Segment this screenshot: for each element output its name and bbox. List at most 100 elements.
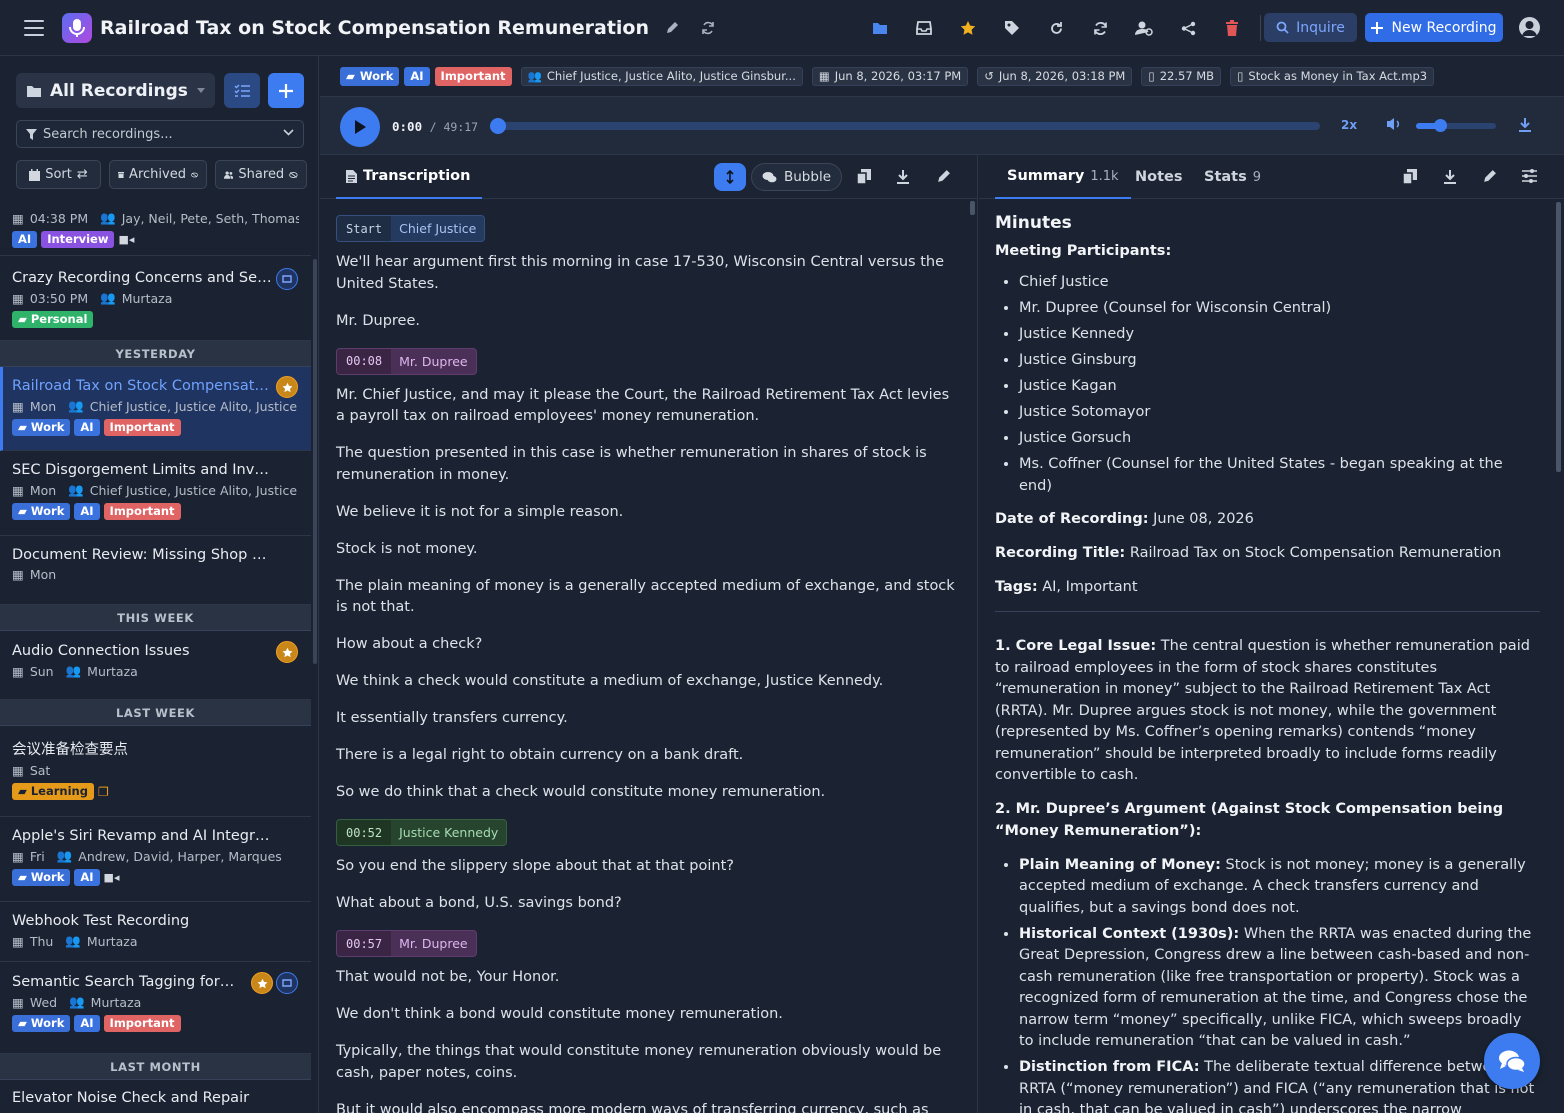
tab-label: Transcription <box>363 168 471 184</box>
volume-slider[interactable] <box>1416 119 1496 132</box>
checklist-icon <box>234 84 250 97</box>
tag-icon[interactable] <box>990 0 1034 56</box>
search-input[interactable]: Search recordings... <box>16 120 304 148</box>
folder-icon: ▰ <box>18 312 27 326</box>
trash-icon[interactable] <box>1210 0 1254 56</box>
select-mode-button[interactable] <box>224 73 260 108</box>
speaker-label[interactable]: Start Chief Justice <box>336 215 486 242</box>
argument-item: Distinction from FICA: The deliberate te… <box>1019 1057 1540 1113</box>
participants-chip[interactable]: 👥 Chief Justice, Justice Alito, Justice G… <box>520 66 803 86</box>
tab-transcription[interactable]: Transcription <box>336 155 483 199</box>
menu-icon[interactable] <box>24 19 44 36</box>
transcript-paragraph: But it would also encompass more modern … <box>336 1101 929 1113</box>
tab-notes[interactable]: Notes <box>1135 155 1183 199</box>
chat-button[interactable] <box>1484 1033 1540 1089</box>
tab-stats[interactable]: Stats 9 <box>1204 155 1261 199</box>
list-item[interactable]: Apple's Siri Revamp and AI Integration P… <box>0 817 311 902</box>
star-icon[interactable] <box>946 0 990 56</box>
recordings-filter-dropdown[interactable]: All Recordings <box>16 73 215 108</box>
bubble-label: Bubble <box>783 169 831 185</box>
toolbar-divider <box>1260 15 1261 41</box>
list-item[interactable]: Webhook Test Recording ▦ Thu 👥 Murtaza <box>0 902 311 962</box>
share-icon[interactable] <box>1166 0 1210 56</box>
transcript-block: 00:52 Justice Kennedy So you end the slip… <box>336 819 956 915</box>
list-item[interactable]: Semantic Search Tagging for Transcripts … <box>0 962 311 1054</box>
progress-track[interactable] <box>490 118 1320 134</box>
comments-icon <box>762 172 777 183</box>
transcript-block: Start Chief Justice We'll hear argument f… <box>336 215 956 332</box>
list-item[interactable]: SEC Disgorgement Limits and Investor Pro… <box>0 451 311 536</box>
item-people: Chief Justice, Justice Alito, Justice Gi… <box>89 398 299 414</box>
list-item[interactable]: ▦ 04:38 PM 👥 Jay, Neil, Pete, Seth, Thomas… <box>0 206 311 256</box>
arrows-vertical-icon <box>726 170 734 184</box>
folder-icon[interactable] <box>858 0 902 56</box>
list-item[interactable]: Audio Connection Issues ▦ Sun 👥 Murtaza <box>0 631 311 700</box>
segment-time: Start <box>337 216 392 241</box>
new-recording-button[interactable]: New Recording <box>1365 13 1503 42</box>
item-title: Semantic Search Tagging for Transcripts <box>12 974 237 990</box>
user-settings-icon[interactable] <box>1122 0 1166 56</box>
sort-button[interactable]: Sort ⇄ <box>16 160 101 189</box>
download-audio-icon[interactable] <box>1518 117 1532 132</box>
inquire-button[interactable]: Inquire <box>1264 13 1357 42</box>
modified-date-chip: ↺ Jun 8, 2026, 03:18 PM <box>977 66 1133 86</box>
volume-icon[interactable] <box>1386 117 1402 131</box>
speaker-label[interactable]: 00:08 Mr. Dupree <box>336 347 477 375</box>
filename-chip: ▯ Stock as Money in Tax Act.mp3 <box>1230 66 1435 86</box>
download-icon[interactable] <box>896 169 910 184</box>
tab-summary[interactable]: Summary 1.1k <box>995 155 1131 199</box>
item-tags: ▰ Work AI ■◂ <box>12 869 299 886</box>
group-header: YESTERDAY <box>0 341 311 367</box>
tag-badge[interactable]: Important <box>434 66 512 86</box>
edit-title-icon[interactable] <box>665 21 679 35</box>
users-icon: 👥 <box>65 933 81 948</box>
shared-toggle[interactable]: Shared <box>215 160 307 189</box>
summary-scrollbar[interactable] <box>1556 202 1561 472</box>
list-item[interactable]: Crazy Recording Concerns and Session Ha … <box>0 256 311 341</box>
sidebar-scrollbar[interactable] <box>313 259 317 664</box>
copy-icon[interactable] <box>1403 169 1417 184</box>
item-tags: ▰ Work AI Important <box>12 1015 299 1032</box>
item-people: Jay, Neil, Pete, Seth, Thomas <box>121 210 299 226</box>
speaker-label[interactable]: 00:52 Justice Kennedy <box>336 819 508 846</box>
avatar[interactable] <box>1519 17 1540 38</box>
list-item[interactable]: 会议准备检查要点 ▦ Sat ▰ Learning ❐ <box>0 726 311 817</box>
inbox-icon[interactable] <box>902 0 946 56</box>
progress-knob[interactable] <box>490 118 506 134</box>
sliders-icon[interactable] <box>1522 169 1537 183</box>
list-item[interactable]: Elevator Noise Check and Repair <box>0 1080 311 1113</box>
item-time: Thu <box>29 933 54 949</box>
scroll-sync-toggle[interactable] <box>714 163 746 191</box>
volume-knob[interactable] <box>1434 119 1447 132</box>
folder-icon: ▰ <box>18 420 27 434</box>
sort-filter-row: Sort ⇄ Archived Shared <box>16 160 307 189</box>
edit-icon[interactable] <box>1482 169 1497 184</box>
transcript-scrollbar[interactable] <box>970 201 975 215</box>
transcript-paragraph: The question presented in this case is w… <box>336 445 927 483</box>
archived-toggle[interactable]: Archived <box>109 160 207 189</box>
list-item[interactable]: Document Review: Missing Shop Numbers ▦ M… <box>0 536 311 605</box>
refresh-title-icon[interactable] <box>701 21 715 35</box>
speed-button[interactable]: 2x <box>1341 118 1357 132</box>
tag-badge[interactable]: AI <box>404 66 430 86</box>
tag-badge: Important <box>103 503 181 520</box>
calendar-icon: ▦ <box>12 994 24 1010</box>
tag-badge[interactable]: ▰ Work <box>340 66 400 86</box>
download-icon[interactable] <box>1443 169 1457 184</box>
play-button[interactable] <box>340 107 380 147</box>
item-tags: ▰ Work AI Important <box>12 419 299 436</box>
users-icon: 👥 <box>56 848 73 863</box>
list-item-selected[interactable]: Railroad Tax on Stock Compensation Remun… <box>0 367 311 451</box>
folder-icon: ▰ <box>346 69 355 83</box>
item-meta: ▦ Thu 👥 Murtaza <box>12 933 299 949</box>
item-title: SEC Disgorgement Limits and Investor Pro… <box>12 462 272 478</box>
edit-icon[interactable] <box>936 169 951 184</box>
speaker-label[interactable]: 00:57 Mr. Dupree <box>336 930 477 957</box>
item-people: Murtaza <box>90 994 142 1010</box>
copy-icon[interactable] <box>857 169 871 184</box>
redo-icon[interactable] <box>1034 0 1078 56</box>
folder-icon: ▰ <box>18 784 27 798</box>
sync-icon[interactable] <box>1078 0 1122 56</box>
bubble-view-button[interactable]: Bubble <box>751 163 842 191</box>
add-recording-button[interactable] <box>268 73 304 108</box>
